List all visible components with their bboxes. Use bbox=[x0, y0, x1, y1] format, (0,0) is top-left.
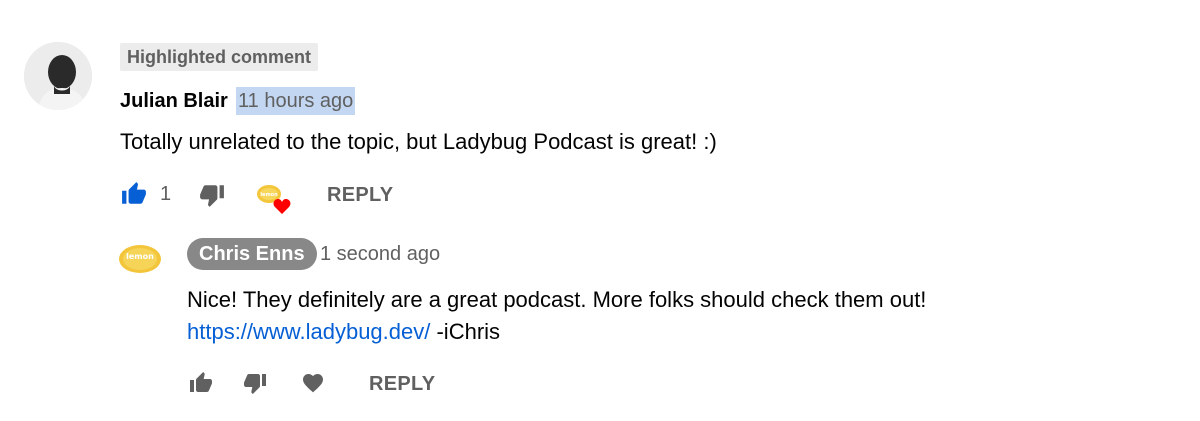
reply-text-line1: Nice! They definitely are a great podcas… bbox=[187, 287, 927, 312]
svg-text:lemon: lemon bbox=[260, 192, 278, 198]
like-count: 1 bbox=[160, 183, 172, 205]
thumbs-up-icon bbox=[190, 372, 212, 392]
dislike-button[interactable] bbox=[198, 181, 226, 209]
lemon-logo-icon: lemon bbox=[119, 245, 161, 273]
reply-signature: -iChris bbox=[436, 319, 501, 344]
reply-link[interactable]: https://www.ladybug.dev/ bbox=[187, 319, 430, 344]
lemon-heart-icon: lemon bbox=[257, 185, 291, 214]
heart-icon bbox=[303, 374, 323, 393]
thumbs-down-icon bbox=[200, 185, 224, 207]
comment-text: Totally unrelated to the topic, but Lady… bbox=[120, 129, 717, 154]
heart-button[interactable] bbox=[299, 370, 327, 396]
reply-timestamp[interactable]: 1 second ago bbox=[320, 240, 440, 268]
commenter-avatar[interactable] bbox=[24, 42, 92, 110]
comment-author[interactable]: Julian Blair bbox=[120, 88, 228, 114]
reply-author-chip[interactable]: Chris Enns bbox=[187, 238, 317, 270]
reply-text: Nice! They definitely are a great podcas… bbox=[187, 284, 926, 348]
reply-text-line2: https://www.ladybug.dev/ -iChris bbox=[187, 316, 926, 348]
reply-reply-button[interactable]: REPLY bbox=[369, 372, 435, 396]
creator-heart[interactable]: lemon bbox=[254, 180, 294, 216]
reply-author-avatar[interactable]: lemon bbox=[118, 237, 162, 281]
thumbs-down-icon bbox=[244, 374, 266, 394]
thumbs-up-icon bbox=[122, 182, 146, 204]
svg-text:lemon: lemon bbox=[126, 252, 154, 261]
reply-dislike-button[interactable] bbox=[241, 370, 269, 396]
reply-like-button[interactable] bbox=[187, 370, 215, 396]
person-photo-icon bbox=[24, 42, 92, 110]
like-button[interactable] bbox=[119, 180, 149, 208]
comment-timestamp[interactable]: 11 hours ago bbox=[236, 87, 356, 115]
reply-button[interactable]: REPLY bbox=[327, 183, 393, 207]
highlighted-comment-badge: Highlighted comment bbox=[120, 43, 318, 71]
